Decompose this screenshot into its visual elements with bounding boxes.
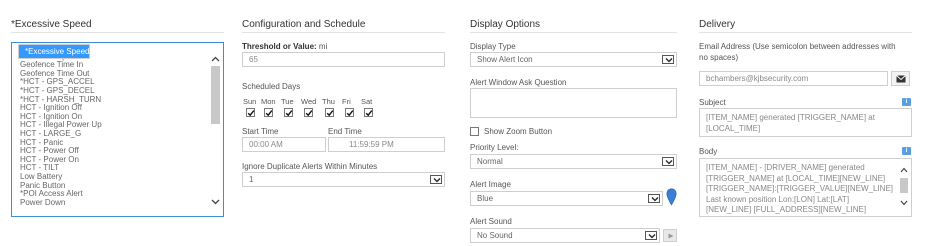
ask-question-textarea[interactable] <box>470 88 677 118</box>
scroll-up-icon[interactable] <box>900 167 908 173</box>
chevron-down-icon[interactable] <box>648 194 660 203</box>
start-time-label: Start Time <box>242 127 279 136</box>
day-label-mon: Mon <box>261 97 276 106</box>
envelope-icon <box>896 75 906 83</box>
map-pin-icon <box>666 188 677 206</box>
body-label: Body <box>699 147 718 156</box>
play-icon <box>668 233 674 239</box>
config-heading: Configuration and Schedule <box>242 0 445 33</box>
scroll-up-icon[interactable] <box>210 54 221 64</box>
threshold-label: Threshold or Value: mi <box>242 42 328 51</box>
display-options-heading: Display Options <box>470 0 677 33</box>
alert-type-items: *Excessive Speed*GeofenceGeofence SpeedG… <box>18 43 208 208</box>
email-button[interactable] <box>891 71 910 86</box>
priority-label: Priority Level: <box>470 143 519 152</box>
body-textarea[interactable]: [ITEM_NAME] - [DRIVER_NAME] generated [T… <box>699 158 912 217</box>
alert-type-listbox[interactable]: *Excessive Speed*GeofenceGeofence SpeedG… <box>11 42 224 217</box>
play-sound-button[interactable] <box>663 229 677 242</box>
threshold-input[interactable]: 65 <box>242 52 445 67</box>
priority-value: Normal <box>477 157 503 166</box>
ignore-duplicates-label: Ignore Duplicate Alerts Within Minutes <box>242 162 378 171</box>
delivery-column: Delivery Email Address (Use semicolon be… <box>699 0 912 217</box>
show-zoom-checkbox[interactable] <box>470 127 479 136</box>
day-label-tue: Tue <box>281 97 294 106</box>
chevron-down-icon[interactable] <box>645 231 657 240</box>
ask-question-label: Alert Window Ask Question <box>470 78 567 87</box>
email-label: Email Address (Use semicolon between add… <box>699 42 896 62</box>
ignore-duplicates-select[interactable]: 1 <box>242 172 445 187</box>
display-type-select[interactable]: Show Alert Icon <box>470 52 677 67</box>
subject-info-icon[interactable]: i <box>902 98 911 106</box>
delivery-heading: Delivery <box>699 0 912 33</box>
alert-list-column: *Excessive Speed *Excessive Speed*Geofen… <box>11 0 224 217</box>
chevron-down-icon[interactable] <box>430 175 442 184</box>
alert-sound-value: No Sound <box>477 231 513 240</box>
day-checkbox-sat[interactable] <box>364 108 373 117</box>
day-checkbox-fri[interactable] <box>345 108 354 117</box>
body-scrollbar[interactable] <box>899 163 909 212</box>
day-checkbox-sun[interactable] <box>246 108 255 117</box>
alert-image-select[interactable]: Blue <box>470 191 663 206</box>
subject-textarea[interactable]: [ITEM_NAME] generated [TRIGGER_NAME] at … <box>699 108 912 137</box>
end-time-label: End Time <box>328 127 362 136</box>
day-label-sat: Sat <box>361 97 373 106</box>
end-time-input[interactable]: 11:59:59 PM <box>328 137 445 152</box>
day-checkbox-tue[interactable] <box>284 108 293 117</box>
priority-select[interactable]: Normal <box>470 154 677 169</box>
listbox-scrollbar[interactable] <box>210 46 221 213</box>
day-label-wed: Wed <box>301 97 317 106</box>
scrollbar-thumb[interactable] <box>900 178 908 193</box>
day-checkbox-mon[interactable] <box>264 108 273 117</box>
scheduled-days-row: Sun Mon Tue Wed Thu Fri Sat <box>242 97 445 121</box>
chevron-down-icon[interactable] <box>662 157 674 166</box>
alert-type-option[interactable]: Power Down <box>18 198 208 208</box>
body-info-icon[interactable]: i <box>902 147 911 155</box>
threshold-unit: mi <box>318 42 328 51</box>
day-label-thu: Thu <box>322 97 335 106</box>
start-time-input[interactable]: 00:00 AM <box>242 137 326 152</box>
scheduled-days-label: Scheduled Days <box>242 82 301 91</box>
body-text: [ITEM_NAME] - [DRIVER_NAME] generated [T… <box>706 163 893 214</box>
config-column: Configuration and Schedule Threshold or … <box>242 0 445 187</box>
display-type-value: Show Alert Icon <box>477 55 533 64</box>
chevron-down-icon[interactable] <box>662 55 674 64</box>
day-label-fri: Fri <box>342 97 351 106</box>
scroll-down-icon[interactable] <box>210 197 221 207</box>
alert-sound-select[interactable]: No Sound <box>470 228 660 243</box>
day-checkbox-wed[interactable] <box>304 108 313 117</box>
subject-label: Subject <box>699 98 726 107</box>
alert-image-label: Alert Image <box>470 180 511 189</box>
alert-type-option[interactable]: *Excessive Speed <box>18 44 91 59</box>
day-label-sun: Sun <box>243 97 257 106</box>
ignore-duplicates-value: 1 <box>249 175 254 184</box>
alert-sound-label: Alert Sound <box>470 217 512 226</box>
scrollbar-thumb[interactable] <box>211 66 220 124</box>
scroll-down-icon[interactable] <box>900 200 908 206</box>
alert-image-value: Blue <box>477 194 494 203</box>
show-zoom-label: Show Zoom Button <box>484 127 553 136</box>
alert-list-heading: *Excessive Speed <box>11 0 224 33</box>
email-input[interactable]: bchambers@kjbsecurity.com <box>699 71 888 86</box>
day-checkbox-thu[interactable] <box>325 108 334 117</box>
display-options-column: Display Options Display Type Show Alert … <box>470 0 677 243</box>
display-type-label: Display Type <box>470 42 516 51</box>
